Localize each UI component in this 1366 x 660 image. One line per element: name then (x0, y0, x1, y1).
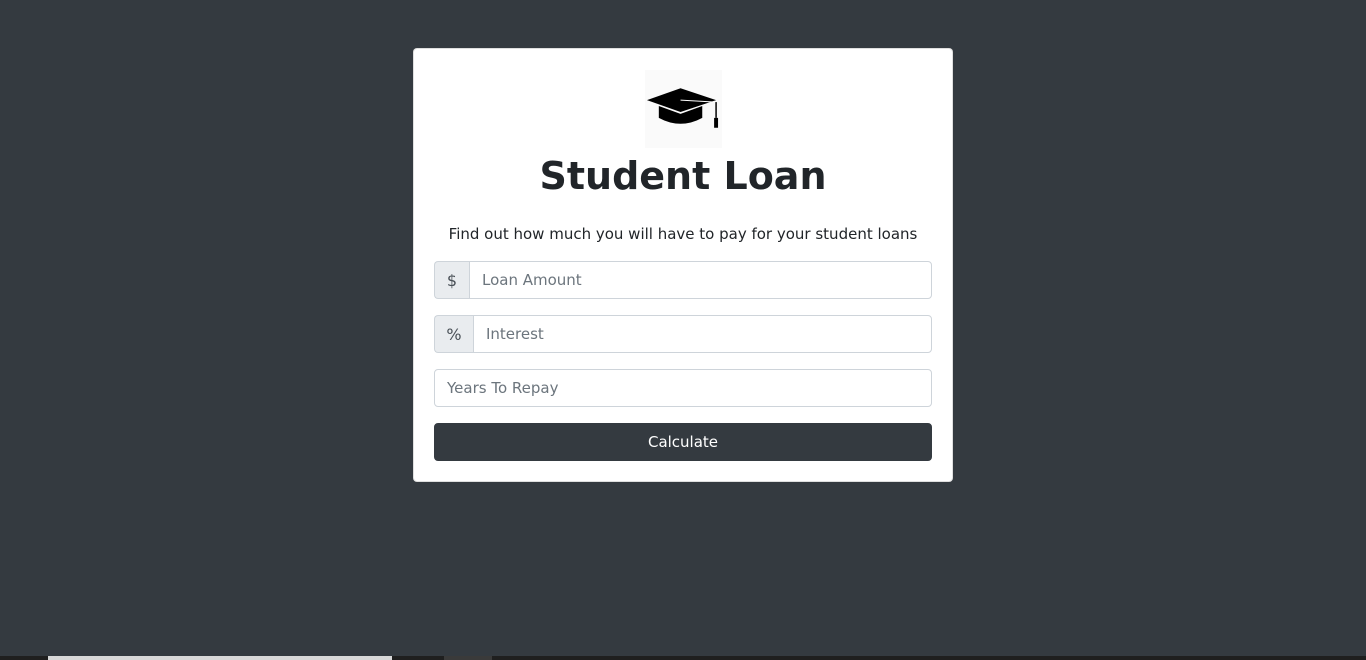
graduation-cap-icon (645, 70, 722, 148)
interest-group: % (434, 315, 932, 353)
percent-prefix: % (434, 315, 473, 353)
taskbar-segment (48, 656, 392, 660)
loan-calculator-card: Student Loan Find out how much you will … (413, 48, 953, 482)
page-subtitle: Find out how much you will have to pay f… (448, 225, 918, 243)
dollar-prefix: $ (434, 261, 469, 299)
loan-amount-input[interactable] (469, 261, 932, 299)
interest-input[interactable] (473, 315, 932, 353)
loan-amount-group: $ (434, 261, 932, 299)
years-group (434, 369, 932, 407)
page-title: Student Loan (539, 154, 827, 198)
taskbar-segment (444, 656, 492, 660)
years-to-repay-input[interactable] (434, 369, 932, 407)
taskbar (0, 656, 1366, 660)
graduation-cap-icon-svg (646, 88, 719, 128)
calculate-button[interactable]: Calculate (434, 423, 932, 461)
